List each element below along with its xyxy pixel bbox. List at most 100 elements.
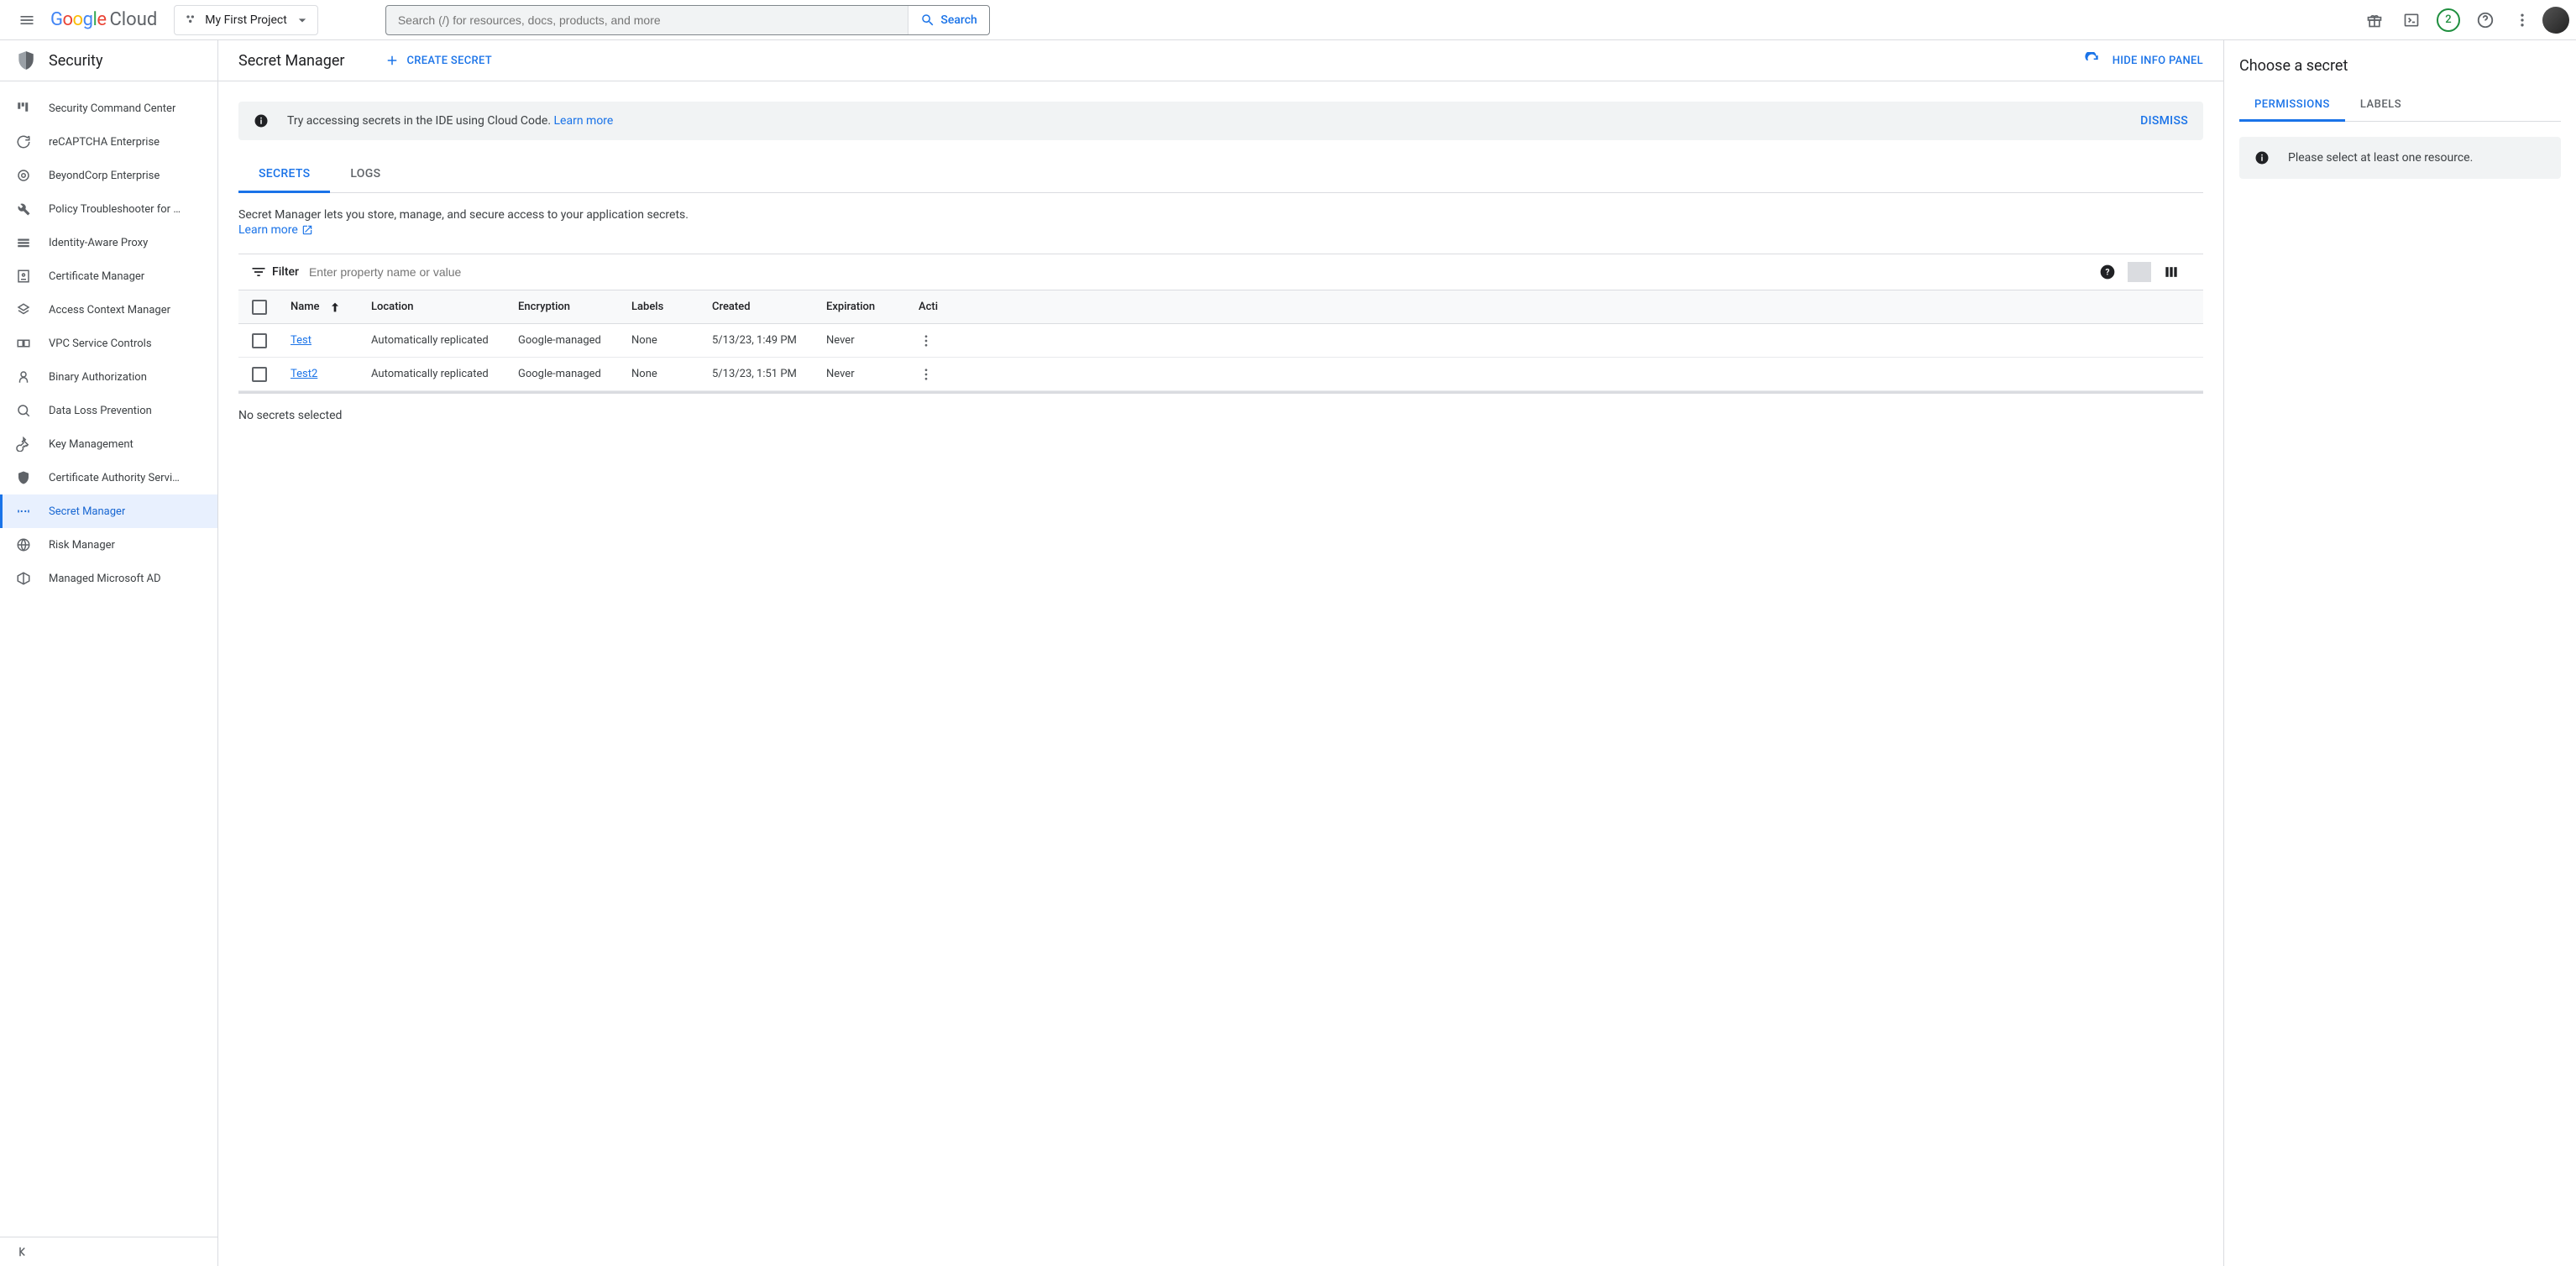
cell-labels: None [621, 334, 702, 347]
user-avatar[interactable] [2542, 7, 2569, 34]
hide-info-panel-button[interactable]: HIDE INFO PANEL [2113, 55, 2203, 67]
sidebar-item-access-context-manager[interactable]: Access Context Manager [0, 293, 217, 327]
row-checkbox[interactable] [252, 367, 267, 382]
external-link-icon [301, 224, 313, 236]
search-box: Search [385, 5, 990, 35]
sidebar-item-identity-aware-proxy[interactable]: Identity-Aware Proxy [0, 226, 217, 259]
learn-more-link[interactable]: Learn more [238, 223, 313, 237]
filter-input[interactable] [309, 265, 2087, 279]
main-menu-button[interactable] [7, 0, 47, 40]
help-button[interactable] [2469, 3, 2502, 37]
search-button-label: Search [940, 13, 976, 27]
more-button[interactable] [2505, 3, 2539, 37]
filter-help-button[interactable]: ? [2087, 264, 2128, 280]
info-panel-banner: Please select at least one resource. [2239, 137, 2561, 179]
sidebar-item-label: Security Command Center [49, 102, 175, 115]
sidebar-item-certificate-manager[interactable]: Certificate Manager [0, 259, 217, 293]
sidebar-item-beyondcorp-enterprise[interactable]: BeyondCorp Enterprise [0, 159, 217, 192]
row-actions-button[interactable] [919, 333, 2193, 348]
sidebar-item-binary-authorization[interactable]: Binary Authorization [0, 360, 217, 394]
svg-text:?: ? [2106, 268, 2110, 277]
filter-icon [250, 264, 267, 280]
banner-dismiss-button[interactable]: DISMISS [2140, 114, 2188, 128]
sidebar-item-vpc-service-controls[interactable]: VPC Service Controls [0, 327, 217, 360]
project-name: My First Project [205, 13, 287, 27]
plus-icon [385, 53, 400, 68]
gift-icon [2366, 12, 2383, 29]
sidebar-item-secret-manager[interactable]: Secret Manager [0, 494, 217, 528]
tab-logs[interactable]: LOGS [330, 157, 401, 192]
cell-created: 5/13/23, 1:51 PM [702, 368, 816, 380]
table-header-row: Name Location Encryption Labels Created … [238, 290, 2203, 324]
cell-labels: None [621, 368, 702, 380]
column-display-button[interactable] [2151, 264, 2191, 280]
column-header-name[interactable]: Name [280, 301, 361, 314]
create-secret-button[interactable]: CREATE SECRET [385, 53, 492, 68]
more-vert-icon [2514, 12, 2531, 29]
selection-status: No secrets selected [238, 409, 2203, 422]
column-header-encryption[interactable]: Encryption [508, 301, 621, 313]
terminal-icon [2403, 12, 2420, 29]
search-button[interactable]: Search [908, 6, 988, 34]
sidebar-item-label: Binary Authorization [49, 371, 147, 384]
recaptcha-icon [15, 133, 32, 150]
search-input[interactable] [386, 13, 908, 27]
risk-icon [15, 536, 32, 553]
chevron-left-icon [15, 1244, 30, 1259]
sidebar-item-key-management[interactable]: Key Management [0, 427, 217, 461]
cell-expiration: Never [816, 334, 908, 347]
google-cloud-logo[interactable]: Google Cloud [50, 9, 157, 30]
page-title: Secret Manager [238, 52, 344, 70]
dashboard-icon [15, 100, 32, 117]
panel-tab-labels[interactable]: LABELS [2345, 90, 2416, 121]
sidebar-item-security-command-center[interactable]: Security Command Center [0, 92, 217, 125]
dropdown-icon [294, 12, 311, 29]
row-actions-button[interactable] [919, 367, 2193, 382]
sidebar-item-certificate-authority-servi[interactable]: Certificate Authority Servi… [0, 461, 217, 494]
project-selector[interactable]: My First Project [174, 5, 318, 35]
sidebar-item-policy-troubleshooter-for[interactable]: Policy Troubleshooter for … [0, 192, 217, 226]
cell-location: Automatically replicated [361, 368, 508, 380]
select-all-checkbox[interactable] [252, 300, 267, 315]
sidebar-item-label: Access Context Manager [49, 304, 170, 316]
project-icon [185, 13, 198, 27]
sidebar-item-label: BeyondCorp Enterprise [49, 170, 160, 182]
iap-icon [15, 234, 32, 251]
column-header-expiration[interactable]: Expiration [816, 301, 908, 313]
secret-name-link[interactable]: Test [291, 334, 312, 347]
info-icon [254, 113, 269, 128]
hamburger-icon [18, 12, 35, 29]
info-panel-title: Choose a secret [2239, 57, 2561, 75]
column-header-location[interactable]: Location [361, 301, 508, 313]
banner-learn-more-link[interactable]: Learn more [554, 114, 614, 128]
cell-expiration: Never [816, 368, 908, 380]
table-row: Test2 Automatically replicated Google-ma… [238, 358, 2203, 391]
sort-asc-icon [328, 301, 342, 314]
sidebar-item-label: reCAPTCHA Enterprise [49, 136, 160, 149]
sidebar-item-risk-manager[interactable]: Risk Manager [0, 528, 217, 562]
columns-icon [2163, 264, 2180, 280]
sidebar-item-label: Certificate Authority Servi… [49, 472, 180, 484]
tab-secrets[interactable]: SECRETS [238, 157, 330, 193]
secret-name-link[interactable]: Test2 [291, 368, 317, 380]
sidebar-item-label: Data Loss Prevention [49, 405, 152, 417]
column-header-labels[interactable]: Labels [621, 301, 702, 313]
filter-label: Filter [272, 265, 299, 279]
sidebar-item-managed-microsoft-ad[interactable]: Managed Microsoft AD [0, 562, 217, 595]
notifications-button[interactable]: 2 [2432, 3, 2465, 37]
cloud-shell-button[interactable] [2395, 3, 2428, 37]
collapse-nav-button[interactable] [15, 1244, 202, 1259]
row-checkbox[interactable] [252, 333, 267, 348]
column-header-created[interactable]: Created [702, 301, 816, 313]
refresh-button[interactable] [2084, 52, 2101, 69]
vpc-icon [15, 335, 32, 352]
search-icon [920, 13, 935, 28]
key-icon [15, 436, 32, 453]
panel-tab-permissions[interactable]: PERMISSIONS [2239, 90, 2345, 122]
free-trial-button[interactable] [2358, 3, 2391, 37]
cell-encryption: Google-managed [508, 368, 621, 380]
help-filled-icon: ? [2099, 264, 2116, 280]
learn-more-label: Learn more [238, 223, 298, 237]
sidebar-item-recaptcha-enterprise[interactable]: reCAPTCHA Enterprise [0, 125, 217, 159]
sidebar-item-data-loss-prevention[interactable]: Data Loss Prevention [0, 394, 217, 427]
